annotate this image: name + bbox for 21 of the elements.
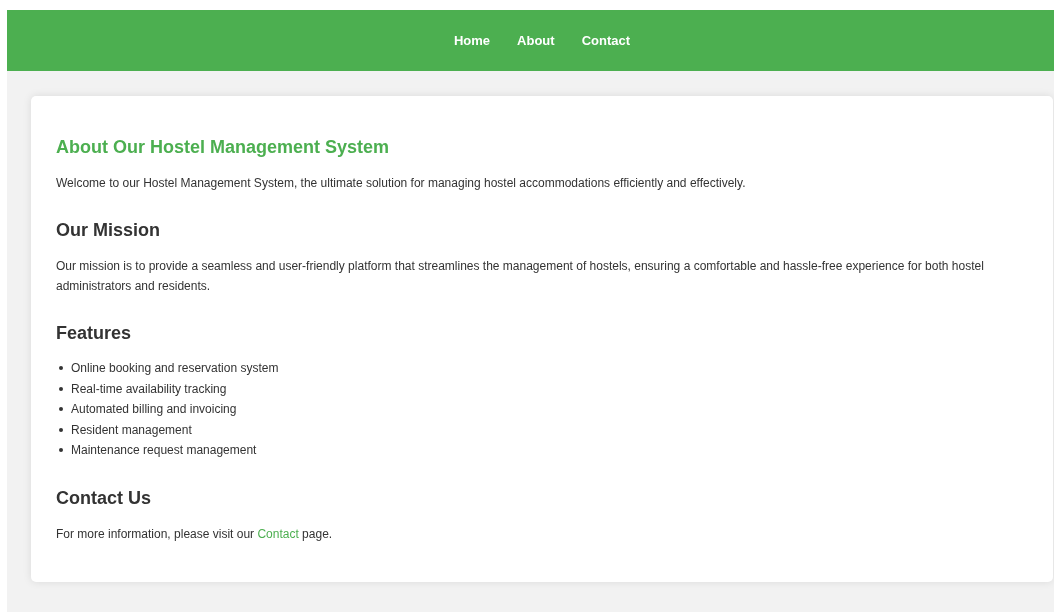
- bullet-icon: [59, 407, 63, 412]
- paragraph: For more information, please visit our Contact page.: [56, 525, 334, 543]
- feature-item: Automated billing and invoicing: [71, 402, 237, 417]
- contact-link[interactable]: Contact: [257, 526, 299, 541]
- paragraph: Welcome to our Hostel Management System, the ultimate solution for managing hostel accommodations efficiently and effectively.: [56, 175, 747, 192]
- nav-link[interactable]: Contact: [581, 33, 631, 48]
- bullet-icon: [59, 448, 63, 453]
- page-title: About Our Hostel Management System: [56, 136, 391, 158]
- bullet-icon: [59, 386, 63, 391]
- nav-link[interactable]: About: [517, 33, 555, 48]
- feature-item: Maintenance request management: [71, 443, 257, 458]
- paragraph: Our mission is to provide a seamless and user-friendly platform that streamlines the management of hostels, ensuring a comfortable and hassle-free experience for both hostel administrators and residents.: [56, 258, 985, 295]
- bullet-icon: [59, 366, 63, 371]
- feature-item: Real-time availability tracking: [71, 381, 227, 396]
- section-heading: Our Mission: [56, 219, 161, 241]
- section-heading: Contact Us: [56, 486, 152, 509]
- section-heading: Features: [56, 322, 133, 344]
- feature-item: Online booking and reservation system: [71, 361, 279, 376]
- feature-item: Resident management: [71, 422, 192, 437]
- bullet-icon: [59, 427, 63, 432]
- nav-link[interactable]: Home: [453, 33, 491, 48]
